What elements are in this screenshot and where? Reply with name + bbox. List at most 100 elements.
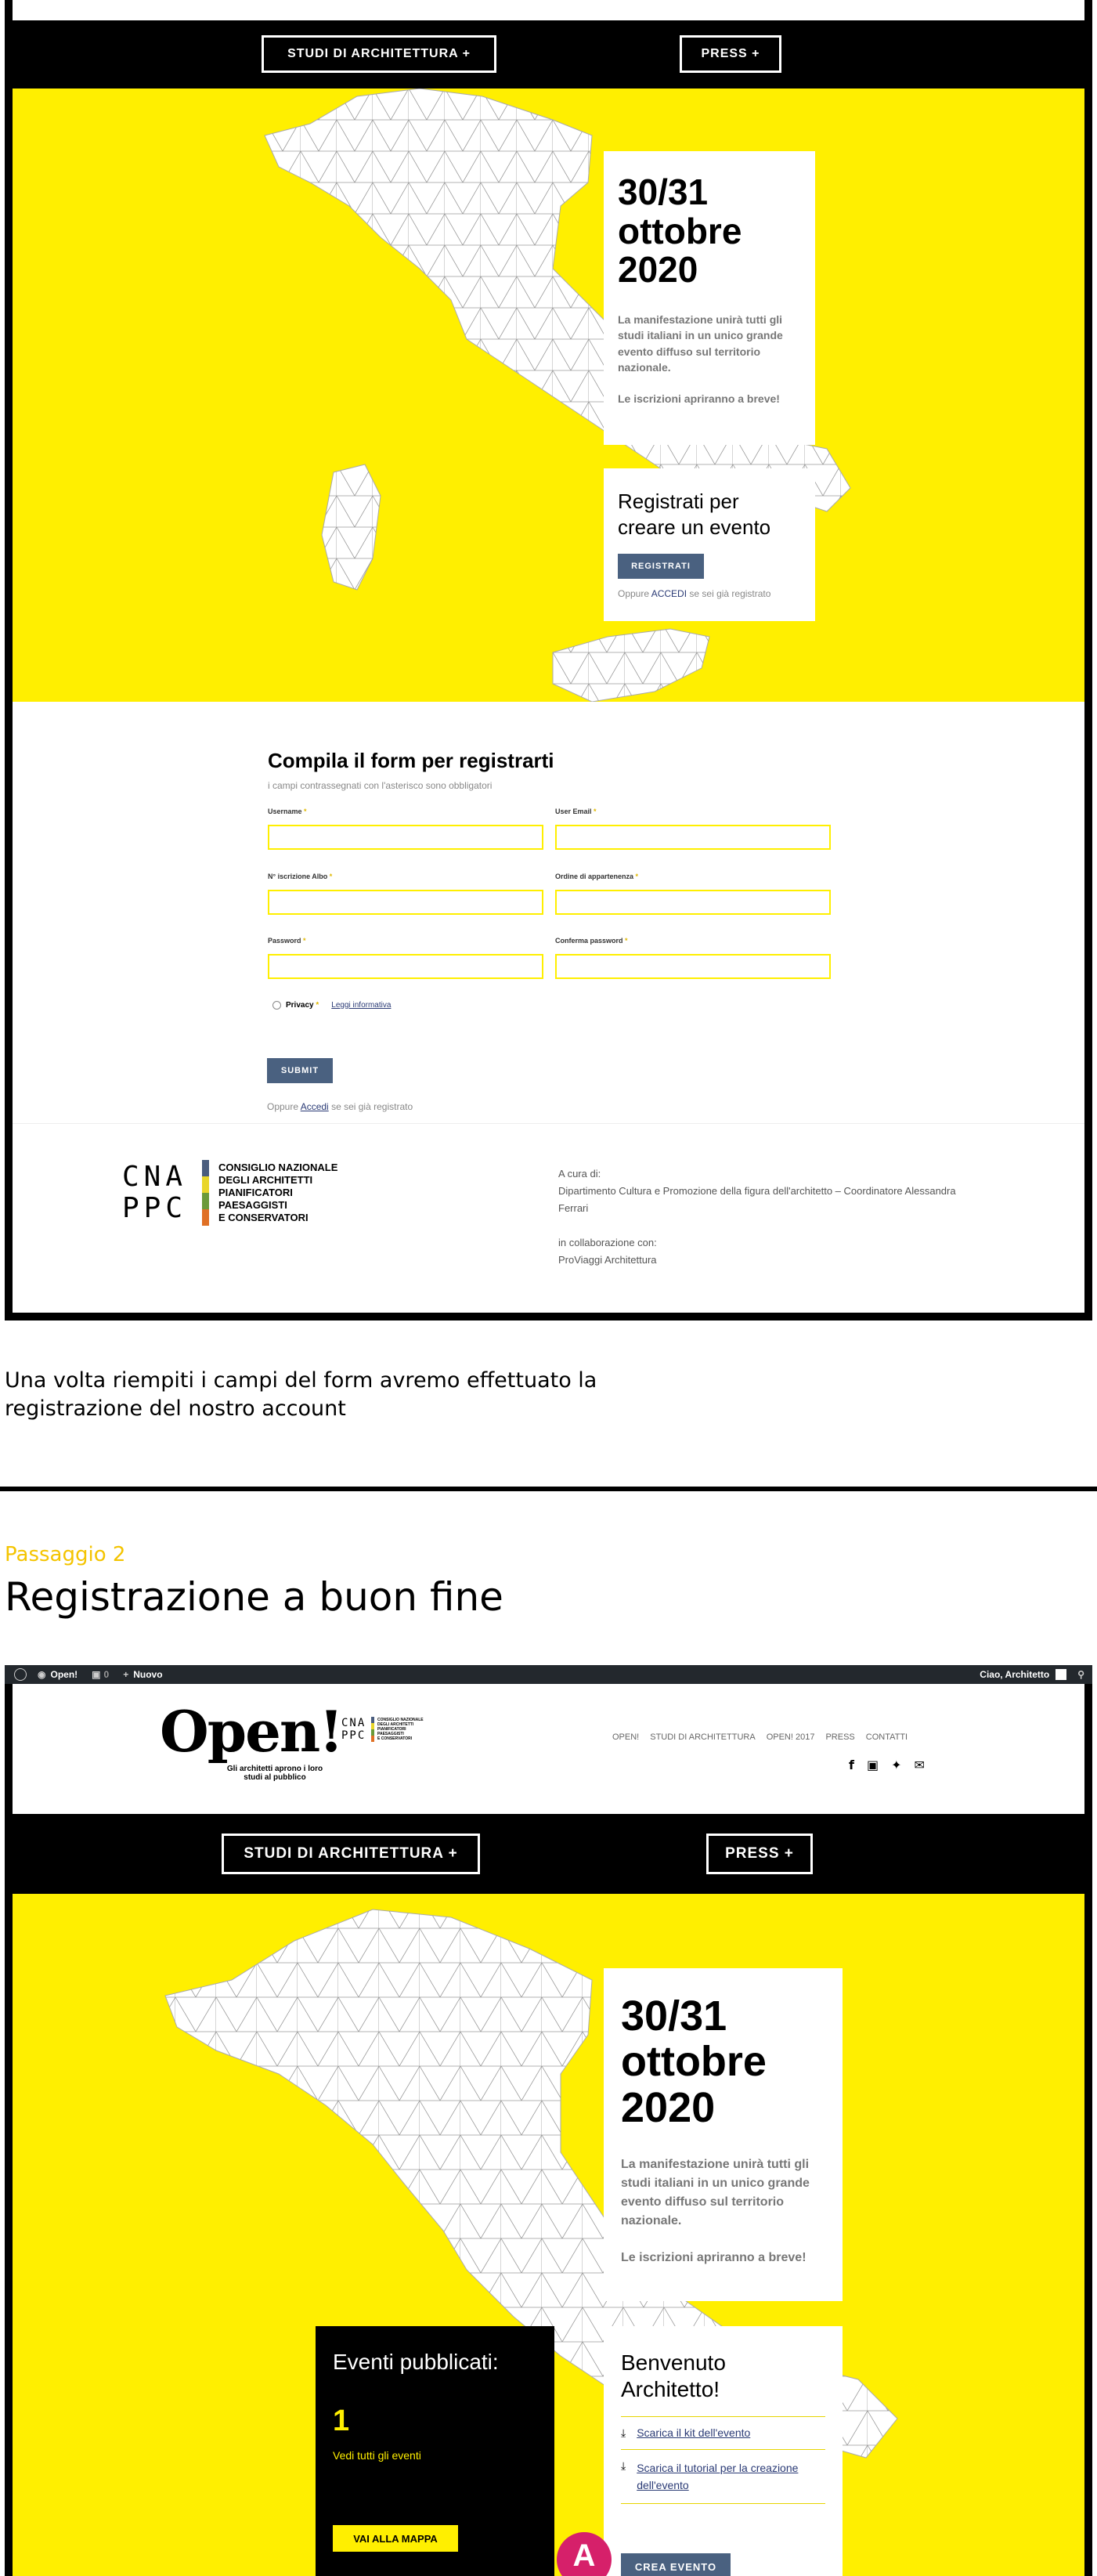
site-header: Open! Gli architetti aprono i loro studi… <box>13 1684 1084 1814</box>
main-menu: OPEN! STUDI DI ARCHITETTURA OPEN! 2017 P… <box>612 1732 908 1742</box>
hero-map-area: 30/31 ottobre 2020 La manifestazione uni… <box>13 89 1084 702</box>
tutorial-download-link[interactable]: Scarica il tutorial per la creazione del… <box>637 2459 825 2494</box>
accedi-link[interactable]: Accedi <box>301 1101 329 1112</box>
cnappc-letters: CNA PPC <box>122 1161 188 1224</box>
twitter-icon[interactable]: ✦ <box>891 1758 901 1772</box>
login-link[interactable]: ACCEDI <box>651 588 687 599</box>
comments-count: 0 <box>103 1669 110 1680</box>
avatar[interactable] <box>1056 1669 1067 1680</box>
nav-press-button[interactable]: PRESS + <box>680 35 781 73</box>
italy-map-illustration <box>264 89 851 702</box>
admin-site-link[interactable]: Open! <box>50 1669 78 1680</box>
ordine-label: Ordine di appartenenza * <box>555 873 639 880</box>
welcome-card: Benvenuto Architetto! ⤓ Scarica il kit d… <box>604 2326 843 2576</box>
plus-icon[interactable]: + <box>123 1669 128 1680</box>
collab: ProViaggi Architettura <box>558 1254 657 1266</box>
event-description: La manifestazione unirà tutti gli studi … <box>618 313 783 374</box>
admin-greeting[interactable]: Ciao, Architetto <box>980 1669 1049 1680</box>
search-icon[interactable]: ⚲ <box>1077 1669 1084 1680</box>
email-label: User Email * <box>555 807 597 815</box>
kit-download-link[interactable]: Scarica il kit dell'evento <box>637 2426 750 2440</box>
submit-alt: Oppure Accedi se sei già registrato <box>267 1101 413 1112</box>
submit-button[interactable]: SUBMIT <box>267 1058 333 1083</box>
username-input[interactable] <box>268 825 543 850</box>
confirm-password-label: Conferma password * <box>555 937 628 945</box>
header-cnappc-bar <box>371 1717 374 1742</box>
site-header-strip <box>13 0 1084 20</box>
confirm-password-input[interactable] <box>555 954 831 979</box>
register-alt-prefix: Oppure <box>618 588 650 599</box>
tutorial-download-row: ⤓ Scarica il tutorial per la creazione d… <box>621 2450 825 2505</box>
welcome-title: Benvenuto Architetto! <box>621 2350 726 2401</box>
admin-bar: ◉ Open! ▣ 0 + Nuovo Ciao, Architetto ⚲ <box>5 1665 1092 1684</box>
footer-credits: A cura di: Dipartimento Cultura e Promoz… <box>558 1165 965 1269</box>
footer-divider <box>13 1123 1084 1124</box>
home-icon: ◉ <box>38 1669 46 1680</box>
map-button[interactable]: VAI ALLA MAPPA <box>333 2525 458 2552</box>
privacy-info-link[interactable]: Leggi informativa <box>331 1001 391 1010</box>
event-date-card-2: 30/31 ottobre 2020 La manifestazione uni… <box>604 1968 843 2301</box>
email-input[interactable] <box>555 825 831 850</box>
password-label: Password * <box>268 937 306 945</box>
step-caption: Una volta riempiti i campi del form avre… <box>5 1368 597 1421</box>
cnappc-logo: CNA PPC CONSIGLIO NAZIONALE DEGLI ARCHIT… <box>122 1160 337 1226</box>
hero-map-area-2: 30/31 ottobre 2020 La manifestazione uni… <box>13 1894 1084 2576</box>
email-icon[interactable]: ✉ <box>915 1758 925 1772</box>
collab-label: in collaborazione con: <box>558 1237 657 1248</box>
published-events-box: Eventi pubblicati: 1 Vedi tutti gli even… <box>316 2326 554 2576</box>
download-icon: ⤓ <box>621 2459 626 2473</box>
menu-studi[interactable]: STUDI DI ARCHITETTURA <box>650 1732 755 1742</box>
instagram-icon[interactable]: ▣ <box>867 1758 879 1772</box>
menu-open[interactable]: OPEN! <box>612 1732 639 1742</box>
nav-press-button-2[interactable]: PRESS + <box>706 1834 813 1874</box>
register-card: Registrati per creare un evento REGISTRA… <box>604 468 815 621</box>
password-input[interactable] <box>268 954 543 979</box>
register-button[interactable]: REGISTRATI <box>618 554 704 579</box>
albo-input[interactable] <box>268 890 543 915</box>
download-icon: ⤓ <box>621 2426 626 2440</box>
nav-studi-button[interactable]: STUDI DI ARCHITETTURA + <box>262 35 496 73</box>
privacy-row: Privacy * Leggi informativa <box>272 1001 391 1010</box>
event-note-2: Le iscrizioni apriranno a breve! <box>621 2250 807 2264</box>
event-date-2: 30/31 ottobre 2020 <box>621 1993 767 2131</box>
published-events-count: 1 <box>333 2404 350 2437</box>
section-separator <box>0 1487 1097 1491</box>
event-date-card: 30/31 ottobre 2020 La manifestazione uni… <box>604 151 815 445</box>
header-cnappc-letters: CNA PPC <box>341 1717 366 1742</box>
privacy-checkbox[interactable] <box>272 1001 281 1010</box>
screenshot-registration-success: ◉ Open! ▣ 0 + Nuovo Ciao, Architetto ⚲ O… <box>5 1665 1092 2576</box>
event-description-2: La manifestazione unirà tutti gli studi … <box>621 2157 810 2227</box>
wordpress-icon[interactable] <box>14 1668 27 1681</box>
comments-icon[interactable]: ▣ <box>92 1669 100 1680</box>
form-subtitle: i campi contrassegnati con l'asterisco s… <box>268 780 493 791</box>
event-note: Le iscrizioni apriranno a breve! <box>618 392 780 406</box>
register-alt-suffix: se sei già registrato <box>689 588 771 599</box>
create-event-button[interactable]: CREA EVENTO <box>621 2553 731 2576</box>
privacy-label: Privacy * <box>286 1001 319 1010</box>
menu-open-2017[interactable]: OPEN! 2017 <box>767 1732 815 1742</box>
form-title: Compila il form per registrarti <box>268 749 554 772</box>
register-card-title: Registrati per creare un evento <box>618 490 771 539</box>
cnappc-color-bar <box>202 1160 209 1226</box>
screenshot-registration-form: STUDI DI ARCHITETTURA + PRESS + 30/31 ot… <box>5 0 1092 1321</box>
nav-studi-button-2[interactable]: STUDI DI ARCHITETTURA + <box>222 1834 480 1874</box>
albo-label: N° iscrizione Albo * <box>268 873 333 880</box>
ordine-input[interactable] <box>555 890 831 915</box>
step-title: Registrazione a buon fine <box>5 1574 503 1620</box>
event-date: 30/31 ottobre 2020 <box>618 172 742 291</box>
menu-press[interactable]: PRESS <box>825 1732 854 1742</box>
header-cnappc-text: CONSIGLIO NAZIONALE DEGLI ARCHITETTI PIANI… <box>377 1718 424 1741</box>
kit-download-row: ⤓ Scarica il kit dell'evento <box>621 2416 825 2451</box>
site-logo-subtitle: Gli architetti aprono i loro studi al pu… <box>226 1765 323 1782</box>
all-events-link[interactable]: Vedi tutti gli eventi <box>333 2449 537 2462</box>
social-icons: f ▣ ✦ ✉ <box>849 1758 925 1772</box>
admin-new-link[interactable]: Nuovo <box>133 1669 162 1680</box>
register-alt: Oppure ACCEDI se sei già registrato <box>618 588 801 599</box>
site-logo[interactable]: Open! <box>160 1698 344 1765</box>
menu-contatti[interactable]: CONTATTI <box>866 1732 908 1742</box>
curated-by: Dipartimento Cultura e Promozione della … <box>558 1185 956 1214</box>
published-events-title: Eventi pubblicati: <box>333 2350 499 2374</box>
step-label: Passaggio 2 <box>5 1543 126 1566</box>
welcome-links: ⤓ Scarica il kit dell'evento ⤓ Scarica i… <box>621 2416 825 2505</box>
facebook-icon[interactable]: f <box>849 1758 854 1772</box>
